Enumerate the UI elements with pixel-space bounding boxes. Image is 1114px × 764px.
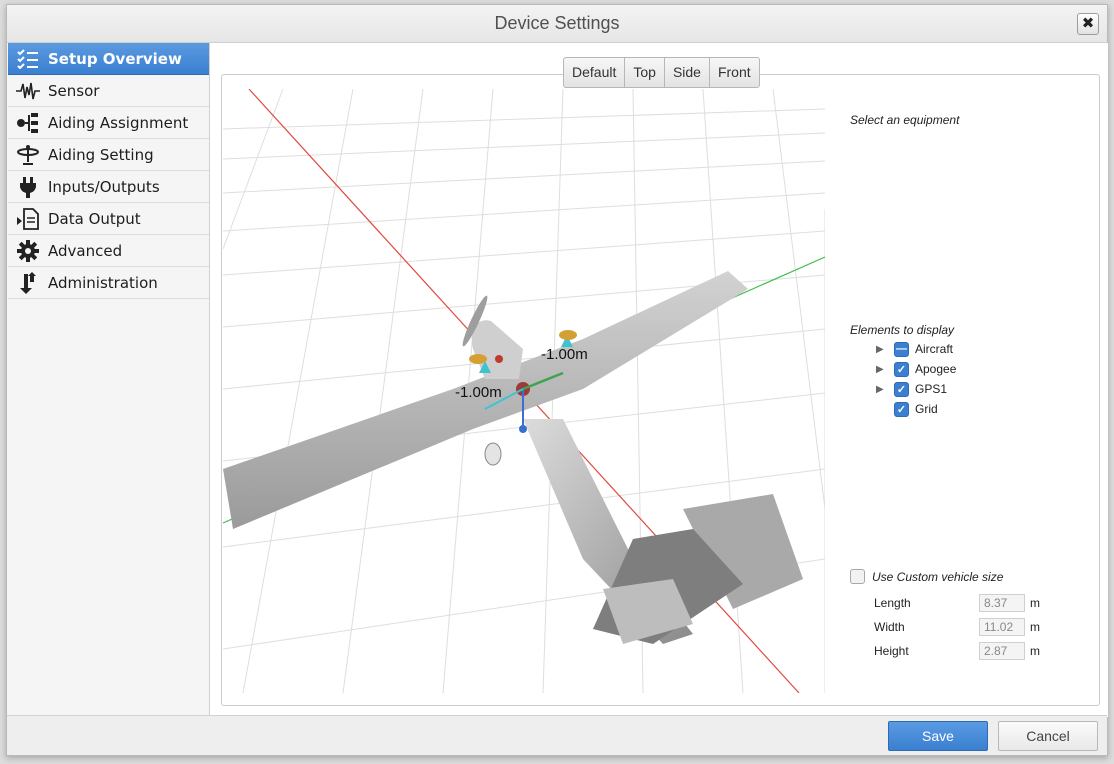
close-button[interactable]: ✖ [1077,13,1099,35]
width-label: Width [874,620,905,634]
apogee-offset-label: -1.00m [455,384,502,401]
antenna-icon [16,143,40,167]
sidebar-item-advanced[interactable]: Advanced [8,235,209,267]
gear-icon [16,239,40,263]
device-settings-dialog: Device Settings ✖ Setup Overview Sensor … [6,4,1108,756]
height-label: Height [874,644,909,658]
equipment-label: Select an equipment [850,113,960,127]
tree-item-apogee: ▶ ✓ Apogee [876,359,956,379]
aircraft-checkbox[interactable]: — [894,341,909,357]
transfer-arrows-icon [16,271,40,295]
tab-front[interactable]: Front [710,58,759,87]
gps1-checkbox[interactable]: ✓ [894,381,909,397]
sidebar-item-aiding-assignment[interactable]: Aiding Assignment [8,107,209,139]
tab-top[interactable]: Top [625,58,665,87]
dialog-title: Device Settings [494,13,620,33]
3d-scene: -1.00m -1.00m [223,89,825,693]
custom-size-row: Use Custom vehicle size [850,569,1003,584]
width-field[interactable]: 11.02 [979,618,1025,636]
length-unit: m [1030,596,1040,610]
waveform-icon [16,79,40,103]
tree-item-label: Grid [915,402,938,416]
tree-item-aircraft: ▶ — Aircraft [876,339,956,359]
length-field[interactable]: 8.37 [979,594,1025,612]
sidebar-item-label: Sensor [48,81,100,100]
tree-item-label: GPS1 [915,382,948,396]
tree-item-gps1: ▶ ✓ GPS1 [876,379,956,399]
expand-arrow-icon[interactable]: ▶ [876,384,894,395]
expand-arrow-icon[interactable]: ▶ [876,344,894,355]
length-label: Length [874,596,911,610]
expand-arrow-icon[interactable]: ▶ [876,364,894,375]
title-bar: Device Settings ✖ [7,5,1107,43]
sidebar: Setup Overview Sensor Aiding Assignment … [8,43,209,717]
tree-item-grid: ✓ Grid [876,399,956,419]
settings-pane: Select an equipment Elements to display … [850,105,1100,685]
view-tabs: Default Top Side Front [563,57,760,88]
sidebar-item-sensor[interactable]: Sensor [8,75,209,107]
width-unit: m [1030,620,1040,634]
sidebar-item-inputs-outputs[interactable]: Inputs/Outputs [8,171,209,203]
sidebar-item-label: Data Output [48,209,141,228]
document-export-icon [16,207,40,231]
tab-default[interactable]: Default [564,58,626,87]
apogee-checkbox[interactable]: ✓ [894,361,909,377]
grid-checkbox[interactable]: ✓ [894,401,909,417]
height-field[interactable]: 2.87 [979,642,1025,660]
gps-offset-label: -1.00m [541,346,588,363]
hierarchy-icon [16,111,40,135]
dialog-footer: Save Cancel [7,715,1107,755]
height-unit: m [1030,644,1040,658]
sidebar-item-label: Aiding Assignment [48,113,189,132]
cancel-button[interactable]: Cancel [998,721,1098,751]
height-row: Height 2.87 m [874,642,1040,660]
sidebar-item-label: Aiding Setting [48,145,154,164]
content-area: Default Top Side Front -1.00m -1.00m Sel… [209,43,1108,717]
sidebar-item-administration[interactable]: Administration [8,267,209,299]
sidebar-item-label: Administration [48,273,158,292]
sidebar-item-aiding-setting[interactable]: Aiding Setting [8,139,209,171]
sidebar-item-setup-overview[interactable]: Setup Overview [8,43,209,75]
checklist-icon [16,47,40,71]
custom-size-label: Use Custom vehicle size [872,569,1004,584]
custom-size-checkbox[interactable] [850,569,865,584]
sidebar-item-data-output[interactable]: Data Output [8,203,209,235]
tree-item-label: Apogee [915,362,957,376]
3d-viewport[interactable]: -1.00m -1.00m [223,89,825,693]
tab-side[interactable]: Side [665,58,710,87]
sidebar-item-label: Setup Overview [48,49,182,68]
sidebar-item-label: Advanced [48,241,123,260]
elements-tree: ▶ — Aircraft ▶ ✓ Apogee ▶ ✓ GPS1 ✓ Grid [876,339,956,419]
length-row: Length 8.37 m [874,594,1040,612]
elements-label: Elements to display [850,323,955,337]
tree-item-label: Aircraft [915,342,954,356]
width-row: Width 11.02 m [874,618,1040,636]
sidebar-item-label: Inputs/Outputs [48,177,160,196]
save-button[interactable]: Save [888,721,988,751]
plug-icon [16,175,40,199]
